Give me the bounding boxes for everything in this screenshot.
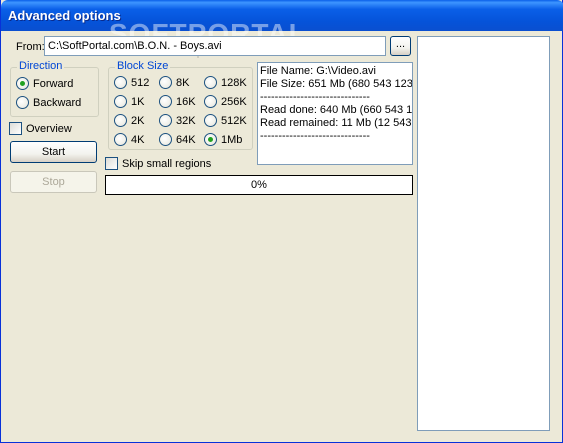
block-size-group-title: Block Size [115,60,171,72]
block-size-label: 1K [131,95,145,108]
overview-checkbox[interactable]: Overview [9,122,72,135]
block-size-radio-128k[interactable]: 128K [204,76,247,89]
block-size-label: 64K [176,133,196,146]
info-line-file-size: File Size: 651 Mb (680 543 123 [260,78,413,90]
advanced-options-window: Advanced options SOFTPORTAL www.softport… [0,0,563,443]
block-size-radio-64k[interactable]: 64K [159,133,196,146]
radio-indicator [114,114,127,127]
direction-forward-radio[interactable]: Forward [16,77,73,90]
info-line-read-remained: Read remained: 11 Mb (12 543 [260,117,412,129]
overview-label: Overview [26,122,72,135]
radio-indicator [204,76,217,89]
from-label: From: [16,41,45,53]
block-size-radio-4k[interactable]: 4K [114,133,144,146]
source-file-input[interactable]: C:\SoftPortal.com\B.O.N. - Boys.avi [44,36,386,56]
direction-group: Direction [10,60,99,117]
radio-indicator [159,76,172,89]
checkbox-box [9,122,22,135]
stop-button[interactable]: Stop [10,171,97,193]
info-line-separator: ------------------------------ [260,91,370,103]
radio-indicator [204,95,217,108]
radio-indicator [16,77,29,90]
block-size-label: 16K [176,95,196,108]
radio-indicator [159,114,172,127]
direction-backward-label: Backward [33,96,82,109]
radio-indicator [159,95,172,108]
browse-button[interactable]: ... [390,36,411,56]
block-size-radio-256k[interactable]: 256K [204,95,247,108]
block-size-radio-1k[interactable]: 1K [114,95,144,108]
block-size-label: 128K [221,76,247,89]
block-size-radio-32k[interactable]: 32K [159,114,196,127]
block-size-radio-16k[interactable]: 16K [159,95,196,108]
side-list-panel[interactable] [417,36,550,431]
block-size-radio-8k[interactable]: 8K [159,76,189,89]
radio-indicator [114,95,127,108]
block-size-radio-512k[interactable]: 512K [204,114,247,127]
progress-bar: 0% [105,175,413,195]
block-size-label: 8K [176,76,190,89]
block-size-radio-2k[interactable]: 2K [114,114,144,127]
radio-indicator [114,76,127,89]
skip-small-regions-checkbox[interactable]: Skip small regions [105,157,211,170]
block-size-label: 512K [221,114,247,127]
block-size-label: 4K [131,133,145,146]
block-size-label: 256K [221,95,247,108]
start-button[interactable]: Start [10,141,97,163]
block-size-label: 1Mb [221,133,243,146]
block-size-radio-1mb[interactable]: 1Mb [204,133,242,146]
radio-indicator [114,133,127,146]
direction-backward-radio[interactable]: Backward [16,96,81,109]
radio-indicator [204,133,217,146]
checkbox-box [105,157,118,170]
info-line-read-done: Read done: 640 Mb (660 543 123 [260,104,413,116]
window-title: Advanced options [8,8,121,23]
block-size-label: 32K [176,114,196,127]
radio-indicator [204,114,217,127]
direction-group-title: Direction [17,60,65,72]
progress-percent-label: 0% [251,179,267,191]
info-line-separator: ------------------------------ [260,130,370,142]
block-size-label: 512 [131,76,150,89]
block-size-label: 2K [131,114,145,127]
skip-small-regions-label: Skip small regions [122,157,212,170]
block-size-radio-512[interactable]: 512 [114,76,149,89]
info-line-file-name: File Name: G:\Video.avi [260,65,376,77]
file-info-panel: File Name: G:\Video.avi File Size: 651 M… [257,62,413,165]
direction-forward-label: Forward [33,77,74,90]
radio-indicator [16,96,29,109]
radio-indicator [159,133,172,146]
